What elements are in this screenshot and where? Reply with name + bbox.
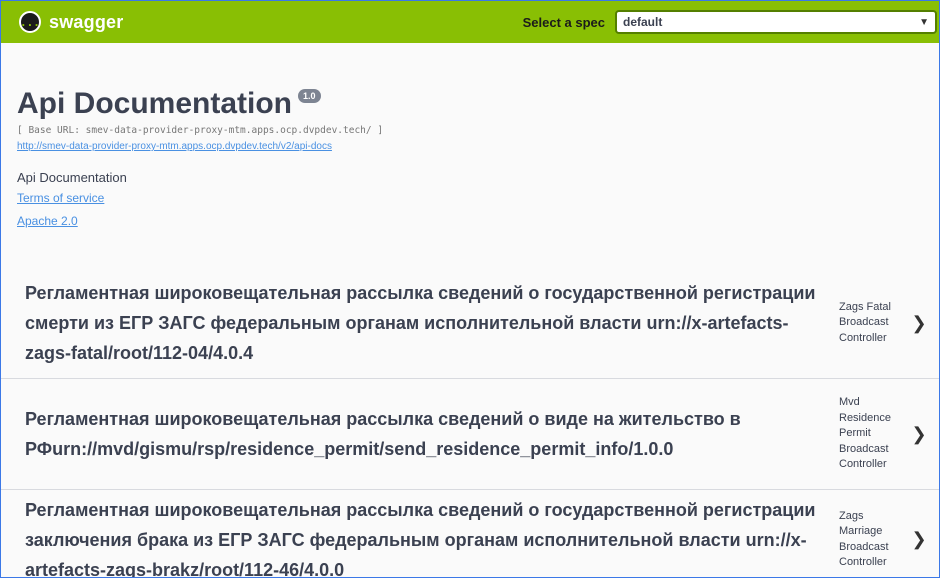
tag-title: Регламентная широковещательная рассылка … <box>25 499 816 578</box>
chevron-right-icon[interactable]: ❯ <box>911 313 927 334</box>
api-description: Api Documentation <box>17 170 127 185</box>
tag-description: Zags Marriage Broadcast Controller <box>839 509 889 569</box>
tag-description: Zags Fatal Broadcast Controller <box>839 300 891 344</box>
operation-tags: Регламентная широковещательная рассылка … <box>1 268 939 578</box>
chevron-right-icon[interactable]: ❯ <box>911 529 927 550</box>
version-badge: 1.0 <box>298 89 321 103</box>
base-url: [ Base URL: smev-data-provider-proxy-mtm… <box>17 125 384 136</box>
chevron-down-icon: ▼ <box>919 16 929 28</box>
spec-select[interactable]: default ▼ <box>615 10 937 34</box>
chevron-right-icon[interactable]: ❯ <box>911 424 927 445</box>
terms-of-service-link[interactable]: Terms of service <box>17 191 939 205</box>
tag-title: Регламентная широковещательная рассылка … <box>25 409 741 459</box>
tag-title: Регламентная широковещательная рассылка … <box>25 283 816 363</box>
tag-description: Mvd Residence Permit Broadcast Controlle… <box>839 396 891 471</box>
logo-text: swagger <box>49 11 124 32</box>
info-section: Api Documentation 1.0 [ Base URL: smev-d… <box>1 43 939 228</box>
title-row: Api Documentation 1.0 <box>17 85 939 123</box>
spec-selector: Select a spec default ▼ <box>523 10 937 34</box>
tag-section-residence-permit[interactable]: Регламентная широковещательная рассылка … <box>1 379 939 490</box>
tag-section-zags-fatal[interactable]: Регламентная широковещательная рассылка … <box>1 268 939 379</box>
api-docs-link[interactable]: http://smev-data-provider-proxy-mtm.apps… <box>17 141 332 152</box>
tag-section-zags-marriage[interactable]: Регламентная широковещательная рассылка … <box>1 490 939 578</box>
license-link[interactable]: Apache 2.0 <box>17 214 939 228</box>
page-title: Api Documentation <box>17 87 292 120</box>
topbar: {...} swagger Select a spec default ▼ <box>1 1 939 43</box>
swagger-logo-icon: {...} <box>13 11 47 33</box>
browser-frame: {...} swagger Select a spec default ▼ Ap… <box>0 0 940 578</box>
spec-selected-value: default <box>623 15 663 29</box>
spec-label: Select a spec <box>522 14 605 30</box>
swagger-logo[interactable]: {...} swagger <box>13 11 124 33</box>
